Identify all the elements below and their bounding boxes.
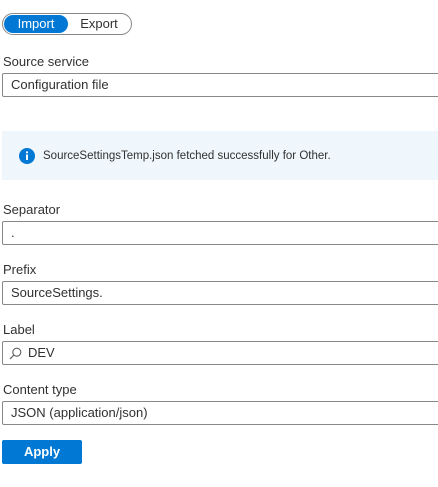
source-service-dropdown[interactable]: Configuration file: [2, 73, 438, 97]
search-icon: [9, 347, 22, 360]
info-message-bar: SourceSettingsTemp.json fetched successf…: [2, 131, 438, 180]
prefix-label: Prefix: [3, 262, 37, 277]
export-option[interactable]: Export: [68, 15, 130, 33]
import-export-toggle[interactable]: Import Export: [2, 13, 132, 35]
content-type-label: Content type: [3, 382, 77, 397]
info-icon: [19, 147, 35, 164]
label-field-label: Label: [3, 322, 35, 337]
label-search-input[interactable]: DEV: [2, 341, 438, 365]
content-type-dropdown[interactable]: JSON (application/json): [2, 401, 438, 425]
label-search-value: DEV: [28, 345, 55, 360]
separator-label: Separator: [3, 202, 61, 217]
import-option[interactable]: Import: [4, 15, 68, 33]
prefix-input[interactable]: SourceSettings.: [2, 281, 438, 305]
separator-dropdown[interactable]: .: [2, 221, 438, 245]
apply-button[interactable]: Apply: [2, 440, 82, 464]
info-message-text: SourceSettingsTemp.json fetched successf…: [43, 149, 331, 162]
source-service-label: Source service: [3, 54, 89, 69]
import-export-panel: Import Export Source service Configurati…: [0, 0, 438, 487]
